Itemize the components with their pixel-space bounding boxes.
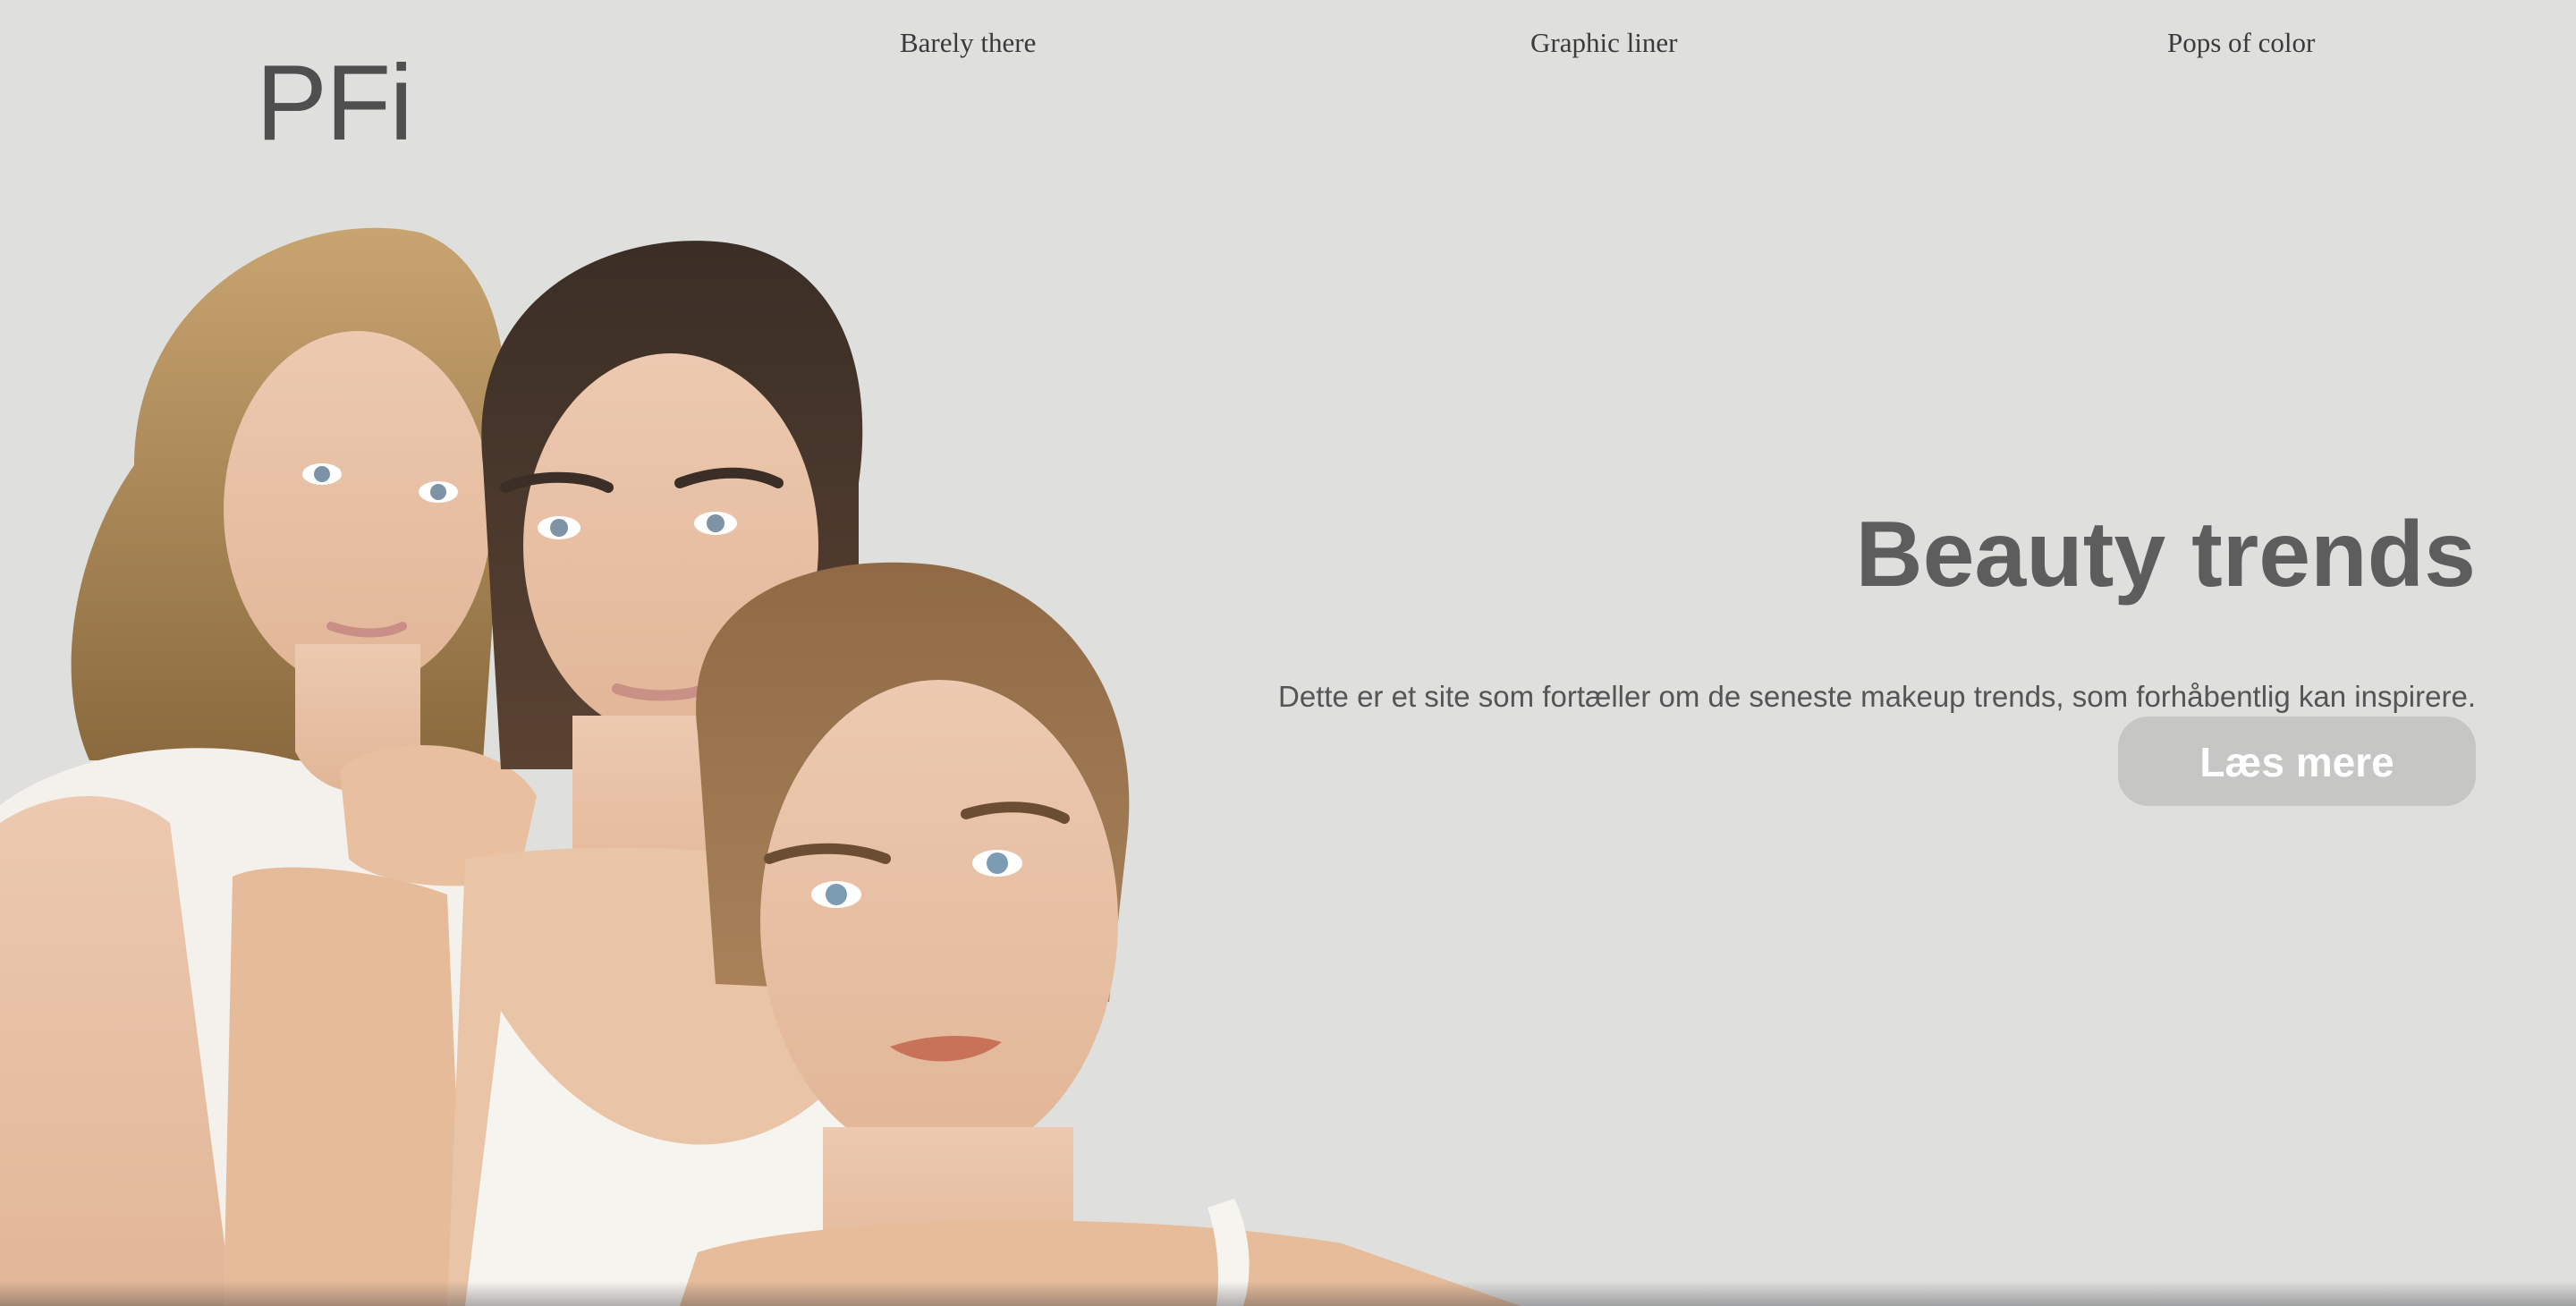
page: PFi Barely there Graphic liner Pops of c… bbox=[0, 0, 2576, 1306]
hero-image bbox=[0, 227, 1521, 1306]
nav-link-graphic-liner[interactable]: Graphic liner bbox=[1530, 25, 1677, 61]
hero-description: Dette er et site som fortæller om de sen… bbox=[1278, 680, 2476, 713]
nav-link-pops-of-color[interactable]: Pops of color bbox=[2167, 25, 2315, 61]
nav-link-barely-there[interactable]: Barely there bbox=[900, 25, 1036, 61]
window-edge-shadow bbox=[0, 1281, 2576, 1306]
hero-title: Beauty trends bbox=[1855, 502, 2476, 606]
read-more-button[interactable]: Læs mere bbox=[2118, 717, 2476, 806]
main-navigation: Barely there Graphic liner Pops of color bbox=[0, 25, 2576, 70]
